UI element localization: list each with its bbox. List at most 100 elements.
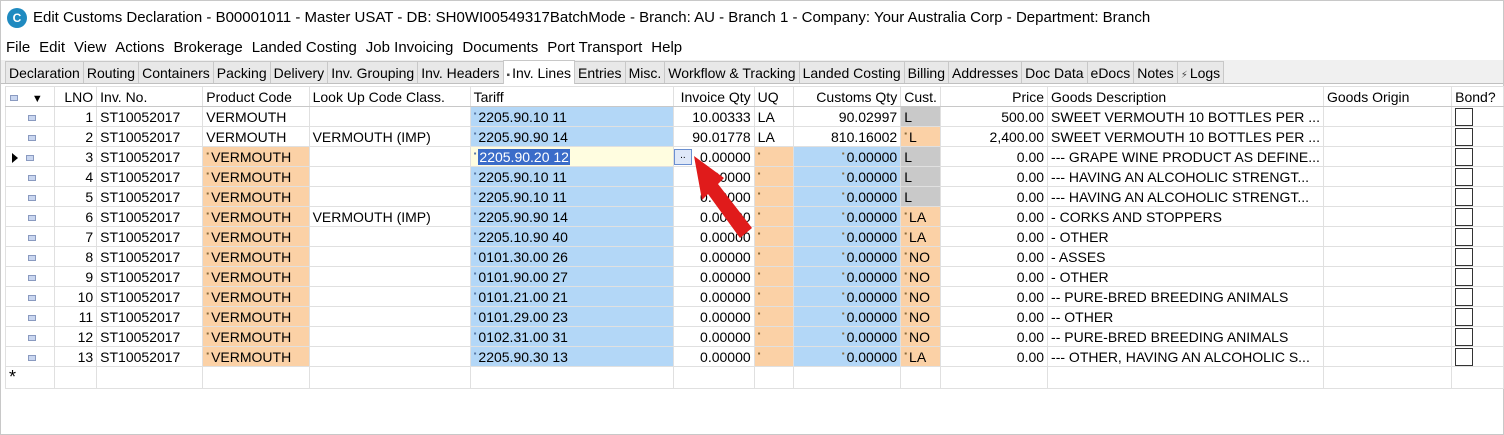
menu-job-invoicing[interactable]: Job Invoicing xyxy=(361,39,458,56)
cell-lno[interactable]: 5 xyxy=(54,186,98,207)
cell-inv-no[interactable]: ST10052017 xyxy=(96,246,204,267)
table-row[interactable]: 8 ST10052017 ▪ VERMOUTH ▪ 0101.30.00 26 0.0000… xyxy=(4,246,1504,267)
table-row[interactable]: 2 ST10052017 VERMOUTH VERMOUTH (IMP) ▪ 2205.9… xyxy=(4,126,1504,147)
cell-inv-no[interactable]: ST10052017 xyxy=(96,106,204,127)
cell-bond[interactable] xyxy=(1451,186,1504,207)
cell-uq[interactable]: ▪ xyxy=(753,346,795,367)
col-header-price[interactable]: Price xyxy=(940,86,1049,107)
new-row-cell[interactable] xyxy=(672,366,755,389)
cell-cust[interactable]: L xyxy=(900,186,942,207)
row-header[interactable] xyxy=(4,166,56,187)
tab-notes[interactable]: Notes xyxy=(1133,61,1178,83)
cell-invoice-qty[interactable]: 0.00000 xyxy=(672,286,755,307)
cell-bond[interactable] xyxy=(1451,246,1504,267)
cell-uq[interactable]: ▪ xyxy=(753,326,795,347)
cell-product-code[interactable]: ▪ VERMOUTH xyxy=(202,206,310,227)
menu-help[interactable]: Help xyxy=(646,39,686,56)
bond-checkbox[interactable] xyxy=(1455,327,1474,346)
cell-bond[interactable] xyxy=(1451,306,1504,327)
bond-checkbox[interactable] xyxy=(1455,127,1474,146)
cell-tariff[interactable]: ▪ 2205.90.10 11 xyxy=(469,166,674,187)
cell-customs-qty[interactable]: ▪ 0.00000 xyxy=(793,246,902,267)
cell-price[interactable]: 0.00 xyxy=(940,226,1049,247)
cell-price[interactable]: 0.00 xyxy=(940,306,1049,327)
cell-goods-description[interactable]: - ASSES xyxy=(1047,246,1324,267)
cell-tariff[interactable]: ▪ 0101.30.00 26 xyxy=(469,246,674,267)
cell-product-code[interactable]: ▪ VERMOUTH xyxy=(202,226,310,247)
cell-cust[interactable]: L xyxy=(900,106,942,127)
col-header-inv-no[interactable]: Inv. No. xyxy=(96,86,204,107)
cell-goods-origin[interactable] xyxy=(1322,206,1453,227)
row-header[interactable] xyxy=(4,266,56,287)
cell-bond[interactable] xyxy=(1451,146,1504,167)
cell-price[interactable]: 0.00 xyxy=(940,326,1049,347)
menu-actions[interactable]: Actions xyxy=(110,39,168,56)
table-row[interactable]: 7 ST10052017 ▪ VERMOUTH ▪ 2205.10.90 40 0.0000… xyxy=(4,226,1504,247)
cell-goods-description[interactable]: -- PURE-BRED BREEDING ANIMALS xyxy=(1047,286,1324,307)
cell-price[interactable]: 0.00 xyxy=(940,186,1049,207)
cell-uq[interactable]: LA xyxy=(753,106,795,127)
cell-cust[interactable]: ▪ NO xyxy=(900,286,942,307)
cell-product-code[interactable]: ▪ VERMOUTH xyxy=(202,186,310,207)
bond-checkbox[interactable] xyxy=(1455,307,1474,326)
cell-uq[interactable]: LA xyxy=(753,126,795,147)
cell-bond[interactable] xyxy=(1451,266,1504,287)
col-header-goods-description[interactable]: Goods Description xyxy=(1047,86,1324,107)
new-row-cell[interactable] xyxy=(202,366,310,389)
cell-inv-no[interactable]: ST10052017 xyxy=(96,286,204,307)
menu-documents[interactable]: Documents xyxy=(457,39,542,56)
cell-bond[interactable] xyxy=(1451,346,1504,367)
cell-product-code[interactable]: ▪ VERMOUTH xyxy=(202,306,310,327)
cell-cust[interactable]: ▪ L xyxy=(900,126,942,147)
new-row-cell[interactable] xyxy=(753,366,795,389)
new-row-cell[interactable] xyxy=(793,366,902,389)
cell-goods-description[interactable]: - OTHER xyxy=(1047,266,1324,287)
menu-brokerage[interactable]: Brokerage xyxy=(168,39,246,56)
tab-inv-lines[interactable]: ▪ Inv. Lines xyxy=(502,60,575,84)
menu-landed-costing[interactable]: Landed Costing xyxy=(247,39,361,56)
cell-product-code[interactable]: ▪ VERMOUTH xyxy=(202,266,310,287)
cell-bond[interactable] xyxy=(1451,126,1504,147)
cell-product-code[interactable]: VERMOUTH xyxy=(202,106,310,127)
table-row[interactable]: 12 ST10052017 ▪ VERMOUTH ▪ 0102.31.00 31 0.000… xyxy=(4,326,1504,347)
cell-lookup-code-class[interactable] xyxy=(308,286,471,307)
cell-tariff[interactable]: ▪ 2205.90.90 14 xyxy=(469,126,674,147)
bond-checkbox[interactable] xyxy=(1455,267,1474,286)
cell-product-code[interactable]: ▪ VERMOUTH xyxy=(202,326,310,347)
cell-invoice-qty[interactable]: 0.00000 xyxy=(672,166,755,187)
cell-invoice-qty[interactable]: 0.00000 xyxy=(672,246,755,267)
cell-cust[interactable]: ▪ NO xyxy=(900,266,942,287)
cell-goods-description[interactable]: - CORKS AND STOPPERS xyxy=(1047,206,1324,227)
col-header-invoice-qty[interactable]: Invoice Qty xyxy=(672,86,755,107)
table-row[interactable]: 9 ST10052017 ▪ VERMOUTH ▪ 0101.90.00 27 0.0000… xyxy=(4,266,1504,287)
cell-customs-qty[interactable]: 810.16002 xyxy=(793,126,902,147)
cell-goods-description[interactable]: SWEET VERMOUTH 10 BOTTLES PER ... xyxy=(1047,126,1324,147)
cell-goods-description[interactable]: -- OTHER xyxy=(1047,306,1324,327)
tab-addresses[interactable]: Addresses xyxy=(948,61,1023,83)
tab-inv-headers[interactable]: Inv. Headers xyxy=(417,61,504,83)
cell-customs-qty[interactable]: ▪ 0.00000 xyxy=(793,346,902,367)
cell-goods-origin[interactable] xyxy=(1322,266,1453,287)
table-row[interactable]: 10 ST10052017 ▪ VERMOUTH ▪ 0101.21.00 21 0.000… xyxy=(4,286,1504,307)
bond-checkbox[interactable] xyxy=(1455,107,1474,126)
cell-inv-no[interactable]: ST10052017 xyxy=(96,186,204,207)
cell-inv-no[interactable]: ST10052017 xyxy=(96,146,204,167)
table-row[interactable]: 5 ST10052017 ▪ VERMOUTH ▪ 2205.90.10 11 0.0000… xyxy=(4,186,1504,207)
cell-bond[interactable] xyxy=(1451,286,1504,307)
cell-goods-description[interactable]: --- HAVING AN ALCOHOLIC STRENGT... xyxy=(1047,186,1324,207)
cell-uq[interactable]: ▪ xyxy=(753,266,795,287)
cell-customs-qty[interactable]: ▪ 0.00000 xyxy=(793,286,902,307)
cell-price[interactable]: 0.00 xyxy=(940,146,1049,167)
cell-price[interactable]: 0.00 xyxy=(940,166,1049,187)
new-row[interactable]: * xyxy=(4,366,1504,389)
cell-invoice-qty[interactable]: .. 0.00000 xyxy=(672,146,755,167)
cell-invoice-qty[interactable]: 0.00000 xyxy=(672,306,755,327)
cell-tariff[interactable]: ▪ 0101.29.00 23 xyxy=(469,306,674,327)
new-row-cell[interactable] xyxy=(469,366,674,389)
bond-checkbox[interactable] xyxy=(1455,147,1474,166)
col-header-tariff[interactable]: Tariff xyxy=(469,86,674,107)
tab-logs[interactable]: ⚡ Logs xyxy=(1176,61,1225,83)
menu-file[interactable]: File xyxy=(1,39,34,56)
menu-view[interactable]: View xyxy=(69,39,110,56)
tariff-edit-field[interactable]: ▪ 2205.90.20 12 xyxy=(469,146,674,167)
